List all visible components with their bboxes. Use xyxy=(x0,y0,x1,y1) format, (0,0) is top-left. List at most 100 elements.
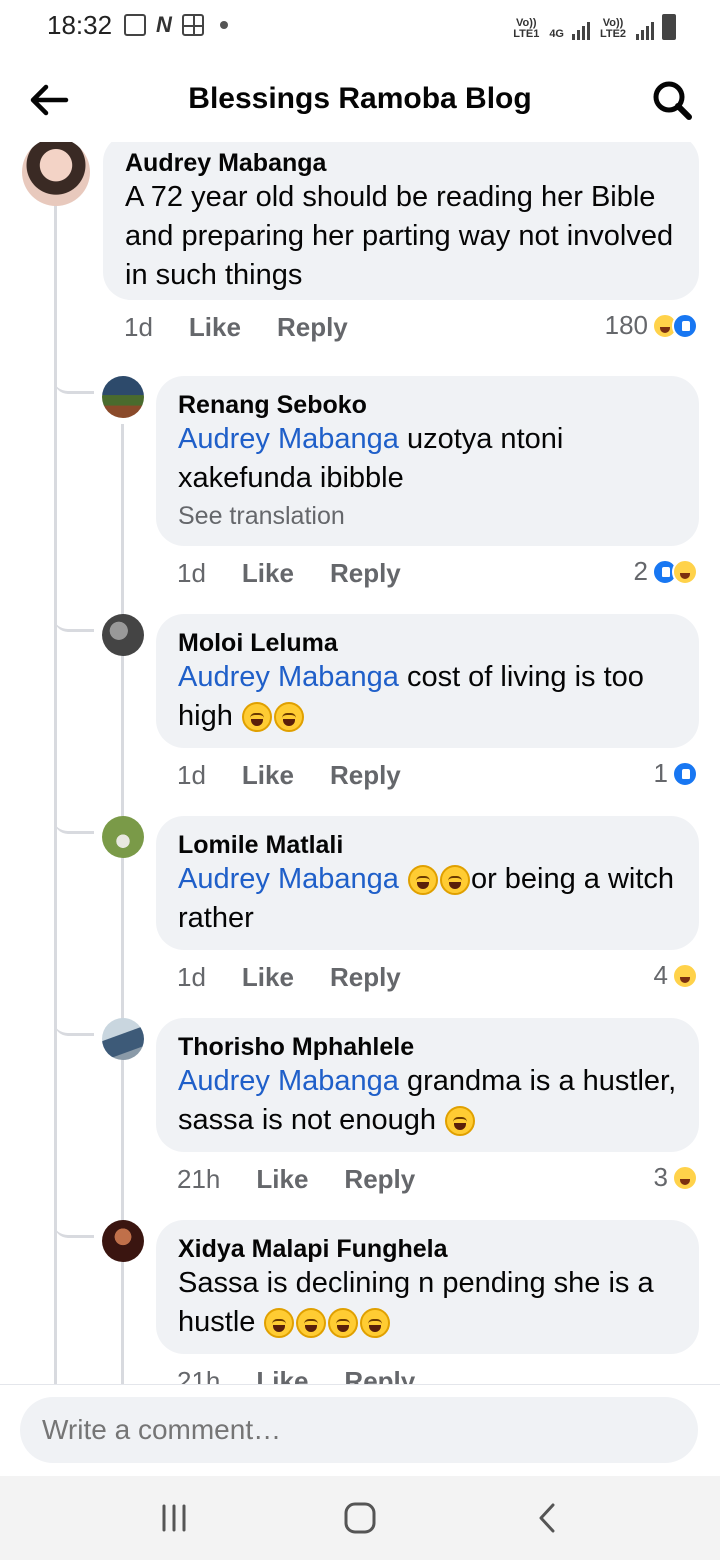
gallery-icon xyxy=(124,14,146,36)
avatar[interactable] xyxy=(102,376,144,418)
n-app-icon: N xyxy=(156,12,172,37)
comment-author[interactable]: Xidya Malapi Funghela xyxy=(178,1234,677,1264)
comment-author[interactable]: Audrey Mabanga xyxy=(125,148,677,178)
comment-time: 1d xyxy=(177,962,206,992)
reply-button[interactable]: Reply xyxy=(330,558,401,589)
battery-icon xyxy=(662,14,676,40)
comment-time: 21h xyxy=(177,1366,221,1384)
comment-text: Sassa is declining n pending she is a hu… xyxy=(178,1267,654,1338)
comment-time: 21h xyxy=(177,1164,221,1194)
comment-actions: 1d Like Reply xyxy=(124,312,384,343)
reaction-count: 3 xyxy=(653,1162,668,1192)
signal-sim1-icon xyxy=(572,18,590,40)
comment-author[interactable]: Lomile Matlali xyxy=(178,830,677,860)
haha-reaction-icon xyxy=(672,1164,698,1191)
comment-bubble[interactable]: Renang Seboko Audrey Mabanga uzotya nton… xyxy=(156,376,699,546)
reply-button[interactable]: Reply xyxy=(344,1366,415,1384)
sim1-label: Vo)) LTE1 xyxy=(513,17,540,40)
comment-author[interactable]: Moloi Leluma xyxy=(178,628,677,658)
reaction-count: 180 xyxy=(604,310,648,340)
back-nav-icon[interactable] xyxy=(526,1498,570,1538)
laughing-emoji-icon xyxy=(273,702,304,733)
rolling-laughing-emoji-icon xyxy=(328,1308,359,1339)
search-icon[interactable] xyxy=(650,78,694,122)
reply-button[interactable]: Reply xyxy=(344,1164,415,1195)
mention-link[interactable]: Audrey Mabanga xyxy=(178,661,399,693)
avatar[interactable] xyxy=(102,1018,144,1060)
laughing-emoji-icon xyxy=(407,865,438,896)
comment-author[interactable]: Thorisho Mphahlele xyxy=(178,1032,677,1062)
comment-time: 1d xyxy=(124,312,153,342)
reply-connector xyxy=(54,992,94,1036)
signal-sim2-icon xyxy=(636,18,654,40)
like-button[interactable]: Like xyxy=(242,558,294,589)
reply-button[interactable]: Reply xyxy=(277,312,348,343)
grid-app-icon xyxy=(181,14,204,36)
reply-connector xyxy=(54,348,94,394)
reply-connector xyxy=(54,588,94,632)
mention-link[interactable]: Audrey Mabanga xyxy=(178,423,399,455)
avatar[interactable] xyxy=(22,142,90,206)
like-button[interactable]: Like xyxy=(242,962,294,993)
comment-actions: 1d Like Reply xyxy=(177,962,437,993)
reaction-count: 1 xyxy=(653,758,668,788)
comment-thread[interactable]: Audrey Mabanga A 72 year old should be r… xyxy=(0,142,720,1384)
rolling-laughing-emoji-icon xyxy=(445,1106,476,1137)
comment-actions: 21h Like Reply xyxy=(177,1164,451,1195)
laughing-emoji-icon xyxy=(439,865,470,896)
like-button[interactable]: Like xyxy=(189,312,241,343)
reaction-summary[interactable]: 180 xyxy=(605,310,698,341)
sim2-label: Vo)) LTE2 xyxy=(599,17,627,40)
comment-bubble[interactable]: Xidya Malapi Funghela Sassa is declining… xyxy=(156,1220,699,1354)
comment-author[interactable]: Renang Seboko xyxy=(178,390,677,420)
reply-connector xyxy=(54,1194,94,1238)
reply-connector xyxy=(54,790,94,834)
avatar[interactable] xyxy=(102,1220,144,1262)
comment-time: 1d xyxy=(177,760,206,790)
like-button[interactable]: Like xyxy=(256,1164,308,1195)
reaction-summary[interactable]: 4 xyxy=(654,960,698,991)
home-icon[interactable] xyxy=(338,1498,382,1538)
recent-apps-icon[interactable] xyxy=(152,1498,196,1538)
notification-dot-icon xyxy=(219,21,228,29)
reaction-summary[interactable]: 1 xyxy=(654,758,698,789)
like-button[interactable]: Like xyxy=(256,1366,308,1384)
see-translation-link[interactable]: See translation xyxy=(178,498,677,534)
reply-button[interactable]: Reply xyxy=(330,760,401,791)
comment-bubble[interactable]: Thorisho Mphahlele Audrey Mabanga grandm… xyxy=(156,1018,699,1152)
mention-link[interactable]: Audrey Mabanga xyxy=(178,863,399,895)
comment-text: A 72 year old should be reading her Bibl… xyxy=(125,181,674,291)
haha-reaction-icon xyxy=(672,962,698,989)
comment-composer xyxy=(0,1384,720,1476)
like-button[interactable]: Like xyxy=(242,760,294,791)
comment-actions: 21h Like Reply xyxy=(177,1366,451,1384)
like-reaction-icon xyxy=(672,760,698,787)
reaction-count: 4 xyxy=(653,960,668,990)
rolling-laughing-emoji-icon xyxy=(296,1308,327,1339)
comment-bubble[interactable]: Lomile Matlali Audrey Mabanga or being a… xyxy=(156,816,699,950)
reaction-summary[interactable]: 2 xyxy=(634,556,698,587)
comment-time: 1d xyxy=(177,558,206,588)
status-time: 18:32 xyxy=(47,10,113,40)
comment-input[interactable] xyxy=(20,1397,698,1463)
app-bar: Blessings Ramoba Blog xyxy=(0,56,720,142)
network-type: 4G xyxy=(549,28,564,40)
status-bar: 18:32 N Vo)) LTE1 4G Vo)) LTE2 xyxy=(0,0,720,56)
reply-button[interactable]: Reply xyxy=(330,962,401,993)
reaction-summary[interactable]: 3 xyxy=(654,1162,698,1193)
haha-reaction-icon xyxy=(672,558,698,585)
page-title: Blessings Ramoba Blog xyxy=(188,82,532,115)
comment-bubble[interactable]: Moloi Leluma Audrey Mabanga cost of livi… xyxy=(156,614,699,748)
avatar[interactable] xyxy=(102,614,144,656)
laughing-emoji-icon xyxy=(241,702,272,733)
comment-actions: 1d Like Reply xyxy=(177,558,437,589)
avatar[interactable] xyxy=(102,816,144,858)
system-nav-bar xyxy=(0,1476,720,1560)
comment-bubble[interactable]: Audrey Mabanga A 72 year old should be r… xyxy=(103,142,699,300)
rolling-laughing-emoji-icon xyxy=(264,1308,295,1339)
rolling-laughing-emoji-icon xyxy=(360,1308,391,1339)
comment-actions: 1d Like Reply xyxy=(177,760,437,791)
like-reaction-icon xyxy=(672,312,698,339)
mention-link[interactable]: Audrey Mabanga xyxy=(178,1065,399,1097)
reaction-count: 2 xyxy=(633,556,648,586)
